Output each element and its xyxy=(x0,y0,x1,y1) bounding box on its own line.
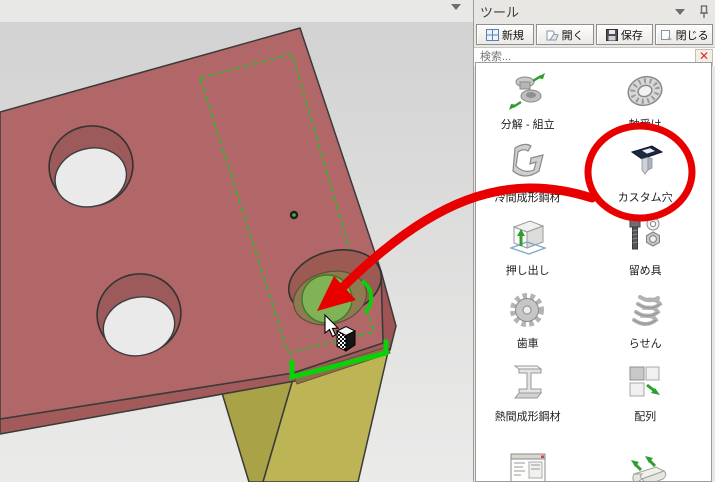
fastener-icon xyxy=(622,215,668,259)
custom-hole-icon xyxy=(622,140,668,186)
viewport-toolbar-strip xyxy=(0,0,473,23)
3d-scene[interactable] xyxy=(0,22,473,482)
panel-button-row: 新規 開く 保存 閉じる xyxy=(474,23,715,47)
tool-pattern[interactable]: 配列 xyxy=(579,357,711,430)
dialog-window-icon xyxy=(505,450,551,482)
explode-assembly-icon xyxy=(505,69,551,113)
tool-helix[interactable]: らせん xyxy=(579,284,711,357)
save-button[interactable]: 保存 xyxy=(596,24,654,45)
tool-extrude[interactable]: 押し出し xyxy=(476,211,579,284)
tool-label: 熱間成形鋼材 xyxy=(495,408,561,424)
tool-label: 冷間成形鋼材 xyxy=(495,189,561,205)
tool-label: 配列 xyxy=(634,408,656,424)
close-icon xyxy=(660,29,673,41)
new-icon xyxy=(486,29,499,41)
tool-cold-formed-steel[interactable]: 冷間成形鋼材 xyxy=(476,138,579,211)
chevron-down-icon[interactable] xyxy=(675,9,685,15)
tool-custom-hole[interactable]: カスタム穴 xyxy=(579,138,711,211)
close-button[interactable]: 閉じる xyxy=(655,24,713,45)
highlighted-hole-face xyxy=(302,275,352,323)
helix-icon xyxy=(622,288,668,332)
extrude-icon xyxy=(505,215,551,259)
tool-gallery: 分解 - 組立 軸受け 冷間成形鋼材 xyxy=(475,62,712,482)
bearing-icon xyxy=(622,69,668,113)
chevron-down-icon[interactable] xyxy=(451,4,461,10)
tool-label: 押し出し xyxy=(506,262,550,278)
cold-formed-steel-icon xyxy=(505,140,551,186)
work-point[interactable] xyxy=(290,211,298,219)
pattern-icon xyxy=(622,361,668,405)
tool-label: 軸受け xyxy=(629,116,662,132)
tool-label: 留め具 xyxy=(629,262,662,278)
open-button[interactable]: 開く xyxy=(536,24,594,45)
tool-label: 歯車 xyxy=(517,335,539,351)
panel-title: ツール xyxy=(480,2,519,21)
tool-hot-formed-steel[interactable]: 熱間成形鋼材 xyxy=(476,357,579,430)
tool-explode-assembly[interactable]: 分解 - 組立 xyxy=(476,65,579,138)
viewport[interactable] xyxy=(0,0,473,482)
panel-titlebar[interactable]: ツール xyxy=(474,0,715,23)
tool-gear[interactable]: 歯車 xyxy=(476,284,579,357)
drag-icon xyxy=(337,327,355,352)
pin-icon[interactable] xyxy=(699,5,709,19)
beam-arrows-icon xyxy=(622,450,668,482)
tool-label: カスタム穴 xyxy=(618,189,673,205)
tool-label: らせん xyxy=(629,335,662,351)
gear-icon xyxy=(505,288,551,332)
new-button[interactable]: 新規 xyxy=(476,24,534,45)
open-icon xyxy=(546,29,559,41)
tool-label: 分解 - 組立 xyxy=(501,116,555,132)
hot-formed-steel-icon xyxy=(505,359,551,405)
tools-panel: ツール 新規 開く xyxy=(473,0,715,482)
tool-bearing[interactable]: 軸受け xyxy=(579,65,711,138)
tool-dialog-window[interactable] xyxy=(476,430,579,482)
tool-beam-arrows[interactable] xyxy=(579,430,711,482)
save-icon xyxy=(606,29,618,41)
tool-fastener[interactable]: 留め具 xyxy=(579,211,711,284)
